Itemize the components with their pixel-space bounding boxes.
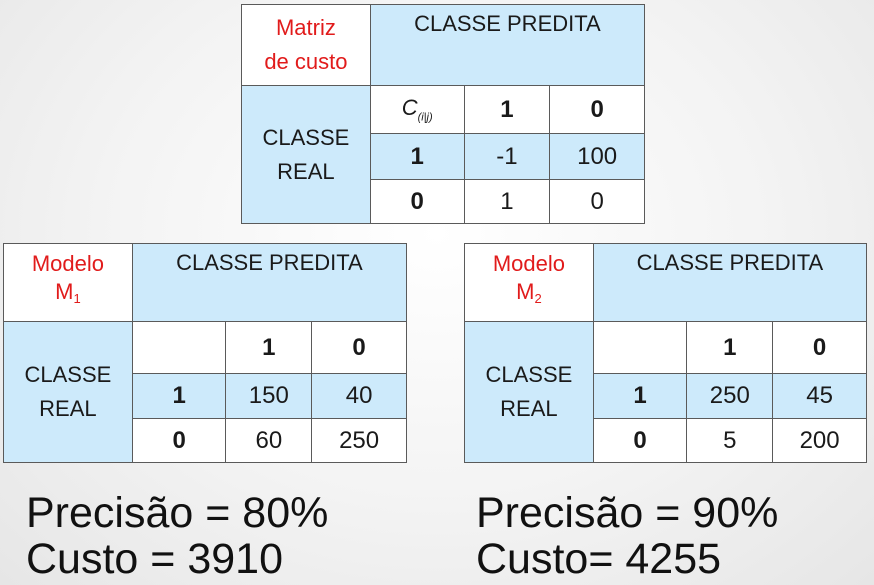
- cij-main: C: [401, 95, 418, 121]
- model2-cell: 200: [772, 418, 867, 463]
- cost-matrix-real-header: CLASSE REAL: [241, 85, 371, 224]
- model1-cell: 40: [311, 373, 407, 419]
- cost-matrix-cell: 1: [463, 179, 551, 224]
- model2-title: Modelo M2: [464, 243, 594, 322]
- cost-matrix-cell: 100: [549, 133, 645, 180]
- model1-cell: 250: [311, 418, 407, 463]
- model2-confusion-table: Modelo M2 CLASSE PREDITA CLASSE REAL 1 0…: [464, 243, 868, 463]
- model1-row-label: 1: [131, 373, 227, 419]
- model2-cost-text: Custo= 4255: [476, 535, 722, 583]
- model2-real-header: CLASSE REAL: [464, 321, 594, 463]
- model1-corner-cell: [131, 321, 227, 374]
- model1-cost-text: Custo = 3910: [26, 535, 283, 583]
- model2-col-label: 0: [772, 321, 867, 374]
- cost-matrix-cij-label: C(i|j): [369, 85, 465, 134]
- model1-confusion-table: Modelo M1 CLASSE PREDITA CLASSE REAL 1 0…: [3, 243, 408, 463]
- model2-title-sub: 2: [534, 291, 542, 306]
- cost-matrix-table: Matriz de custo CLASSE PREDITA CLASSE RE…: [241, 4, 646, 224]
- model1-col-label: 0: [311, 321, 407, 374]
- cost-matrix-cell: -1: [463, 133, 551, 180]
- model1-real-line2: REAL: [39, 396, 97, 421]
- cost-matrix-title-line1: Matriz: [275, 15, 336, 40]
- model2-title-main: M: [516, 279, 535, 304]
- model1-title: Modelo M1: [3, 243, 133, 322]
- model2-row-label: 0: [592, 418, 688, 463]
- model1-title-sub: 1: [73, 291, 81, 306]
- model1-real-header: CLASSE REAL: [3, 321, 133, 463]
- cost-matrix-real-line1: CLASSE: [262, 124, 350, 150]
- model1-row-label: 0: [131, 418, 227, 463]
- model1-cell: 150: [225, 373, 313, 419]
- cost-matrix-col-label: 1: [463, 85, 551, 134]
- model1-title-line1: Modelo: [31, 251, 104, 276]
- model2-summary: Precisão = 90% Custo= 4255: [476, 490, 778, 582]
- cost-matrix-row-label: 1: [369, 133, 465, 180]
- model1-col-label: 1: [225, 321, 313, 374]
- model2-real-line2: REAL: [500, 396, 558, 421]
- cost-matrix-title: Matriz de custo: [241, 4, 371, 86]
- cost-matrix-title-line2: de custo: [264, 49, 348, 74]
- model1-precision-text: Precisão = 80%: [26, 489, 329, 537]
- model2-row-label: 1: [592, 373, 688, 419]
- model2-title-line1: Modelo: [492, 251, 565, 276]
- model2-precision-text: Precisão = 90%: [476, 489, 779, 537]
- model1-title-main: M: [55, 279, 74, 304]
- model2-predicted-header: CLASSE PREDITA: [592, 243, 868, 322]
- model2-col-label: 1: [686, 321, 774, 374]
- cost-matrix-predicted-header: CLASSE PREDITA: [369, 4, 646, 86]
- cost-matrix-cell: 0: [549, 179, 645, 224]
- model1-summary: Precisão = 80% Custo = 3910: [26, 490, 328, 582]
- cij-sub: (i|j): [417, 111, 433, 124]
- model2-cell: 250: [686, 373, 774, 419]
- model2-cell: 5: [686, 418, 774, 463]
- model1-predicted-header: CLASSE PREDITA: [131, 243, 408, 322]
- cost-matrix-row-label: 0: [369, 179, 465, 224]
- model2-corner-cell: [592, 321, 688, 374]
- model1-cell: 60: [225, 418, 313, 463]
- model1-real-line1: CLASSE: [24, 362, 112, 387]
- model2-real-line1: CLASSE: [485, 362, 573, 387]
- model2-cell: 45: [772, 373, 867, 419]
- cost-matrix-col-label: 0: [549, 85, 645, 134]
- cost-matrix-real-line2: REAL: [277, 158, 335, 184]
